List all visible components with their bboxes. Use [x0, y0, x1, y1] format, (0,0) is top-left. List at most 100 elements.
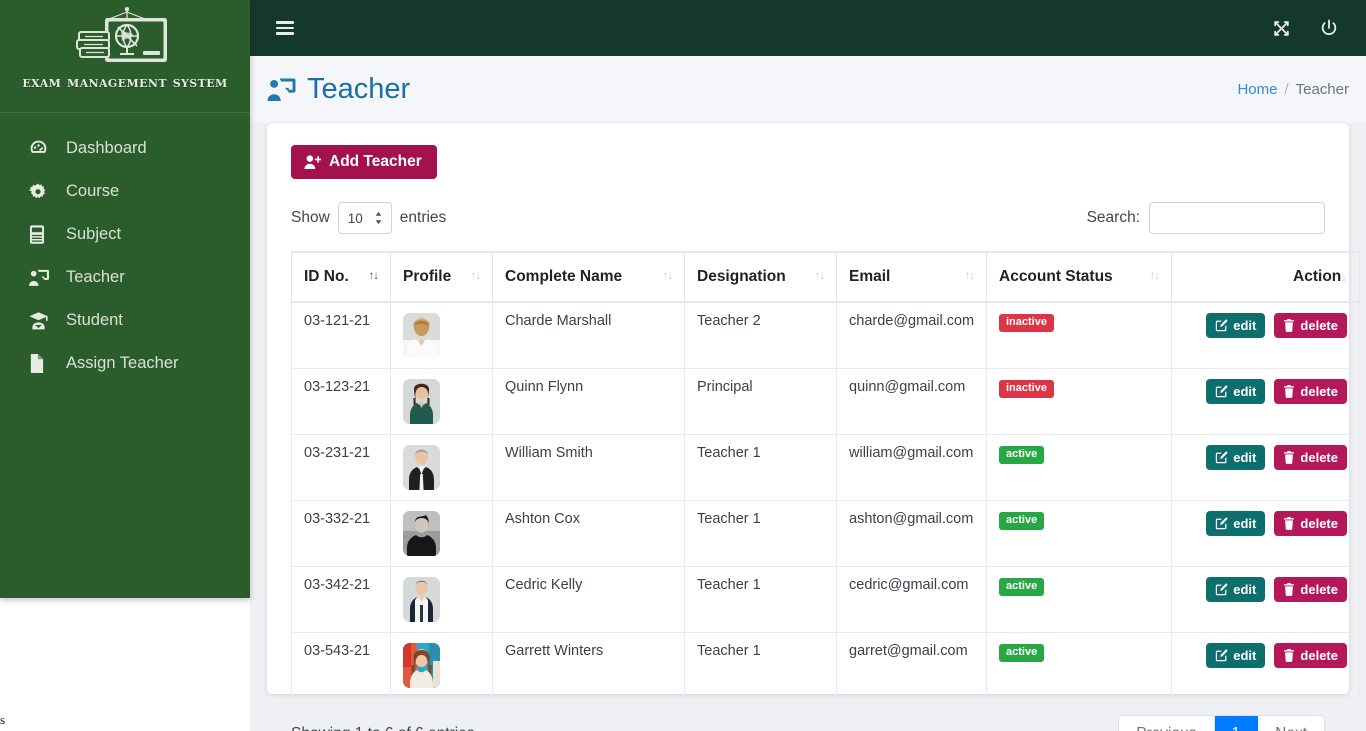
pencil-square-icon — [1215, 649, 1228, 662]
cell-email: charde@gmail.com — [836, 301, 987, 369]
cell-complete-name: Cedric Kelly — [492, 566, 685, 633]
delete-label: delete — [1300, 384, 1338, 399]
sidebar-item-dashboard[interactable]: Dashboard — [0, 127, 250, 170]
cell-complete-name: Ashton Cox — [492, 500, 685, 567]
edit-button[interactable]: edit — [1206, 445, 1266, 470]
sort-icon: ↑↓ — [814, 270, 825, 282]
breadcrumb-home[interactable]: Home — [1237, 81, 1277, 98]
sidebar-item-teacher[interactable]: Teacher — [0, 256, 250, 299]
sidebar-item-subject[interactable]: Subject — [0, 213, 250, 256]
sidebar-item-label: Student — [66, 311, 123, 329]
delete-button[interactable]: delete — [1274, 511, 1347, 536]
pagination-page-1[interactable]: 1 — [1214, 716, 1259, 731]
status-badge: active — [999, 644, 1045, 662]
edit-label: edit — [1233, 318, 1257, 333]
table-row: 03-543-21 Garrett Winters Teacher 1 garr… — [291, 632, 1360, 699]
column-label: Designation — [697, 268, 786, 285]
edit-label: edit — [1233, 582, 1257, 597]
column-label: Email — [849, 268, 891, 285]
column-label: ID No. — [304, 268, 349, 285]
cell-email: william@gmail.com — [836, 434, 987, 501]
cell-account-status: active — [986, 434, 1172, 501]
column-label: Action — [1293, 268, 1342, 285]
edit-label: edit — [1233, 516, 1257, 531]
hamburger-icon[interactable] — [262, 5, 308, 51]
breadcrumb: Home / Teacher — [1237, 81, 1349, 98]
sort-icon: ↑↓ — [662, 270, 673, 282]
delete-button[interactable]: delete — [1274, 313, 1347, 338]
column-header-action[interactable]: Action↓ — [1171, 251, 1360, 303]
sort-icon: ↑↓ — [470, 270, 481, 282]
power-icon[interactable] — [1316, 15, 1342, 41]
entries-per-page-select[interactable]: 10 — [337, 202, 392, 234]
user-plus-icon — [304, 154, 321, 170]
cell-email: garret@gmail.com — [836, 632, 987, 699]
delete-button[interactable]: delete — [1274, 379, 1347, 404]
sort-icon: ↑↓ — [1149, 270, 1160, 282]
page-title-text: Teacher — [307, 73, 411, 105]
cell-profile — [390, 368, 493, 435]
trash-icon — [1283, 451, 1295, 464]
column-label: Complete Name — [505, 268, 623, 285]
delete-label: delete — [1300, 450, 1338, 465]
delete-button[interactable]: delete — [1274, 643, 1347, 668]
delete-button[interactable]: delete — [1274, 445, 1347, 470]
delete-label: delete — [1300, 516, 1338, 531]
avatar — [403, 379, 440, 424]
column-header-account-status[interactable]: Account Status ↑↓ — [986, 251, 1172, 303]
edit-button[interactable]: edit — [1206, 313, 1266, 338]
pencil-square-icon — [1215, 385, 1228, 398]
gear-icon — [28, 181, 54, 203]
sidebar-item-label: Course — [66, 182, 120, 200]
cell-action: edit delete — [1171, 434, 1360, 501]
cell-account-status: inactive — [986, 368, 1172, 435]
pagination-next[interactable]: Next — [1258, 716, 1324, 731]
cell-profile — [390, 301, 493, 369]
column-label: Profile — [403, 268, 452, 285]
breadcrumb-separator: / — [1284, 81, 1289, 98]
table-row: 03-123-21 Quinn Flynn Principal quinn@gm… — [291, 368, 1360, 435]
sidebar-item-label: Subject — [66, 225, 122, 243]
column-header-id-no[interactable]: ID No. ↑↓ — [291, 251, 391, 303]
table-row: 03-121-21 Charde Marshall Teacher 2 char… — [291, 301, 1360, 369]
column-header-profile[interactable]: Profile ↑↓ — [390, 251, 493, 303]
delete-button[interactable]: delete — [1274, 577, 1347, 602]
cell-account-status: active — [986, 566, 1172, 633]
cell-action: edit delete — [1171, 566, 1360, 633]
page-header: Teacher Home / Teacher — [250, 56, 1366, 123]
cell-complete-name: Quinn Flynn — [492, 368, 685, 435]
avatar — [403, 643, 440, 688]
add-teacher-button[interactable]: Add Teacher — [291, 145, 437, 179]
sort-icon: ↑↓ — [368, 270, 379, 282]
table-row: 03-332-21 Ashton Cox Teacher 1 ashton@gm… — [291, 500, 1360, 567]
column-header-email[interactable]: Email ↑↓ — [836, 251, 987, 303]
delete-label: delete — [1300, 318, 1338, 333]
table-row: 03-231-21 William Smith Teacher 1 willia… — [291, 434, 1360, 501]
edit-button[interactable]: edit — [1206, 577, 1266, 602]
trash-icon — [1283, 649, 1295, 662]
search-input[interactable] — [1149, 202, 1325, 234]
breadcrumb-current: Teacher — [1295, 81, 1349, 98]
cell-account-status: active — [986, 632, 1172, 699]
cell-designation: Teacher 1 — [684, 566, 837, 633]
cell-id-no: 03-231-21 — [291, 434, 391, 501]
trash-icon — [1283, 517, 1295, 530]
expand-arrows-icon[interactable] — [1268, 15, 1294, 41]
edit-button[interactable]: edit — [1206, 379, 1266, 404]
column-header-designation[interactable]: Designation ↑↓ — [684, 251, 837, 303]
brand[interactable]: Exam Management System — [0, 0, 250, 113]
edit-button[interactable]: edit — [1206, 511, 1266, 536]
pagination-previous[interactable]: Previous — [1119, 716, 1215, 731]
sidebar-item-student[interactable]: Student — [0, 299, 250, 342]
topbar — [250, 0, 1366, 56]
hamburger-bar — [276, 26, 294, 30]
cell-action: edit delete — [1171, 368, 1360, 435]
column-header-complete-name[interactable]: Complete Name ↑↓ — [492, 251, 685, 303]
teacher-card: Add Teacher Show 10 entries Search: ID N… — [267, 123, 1360, 731]
edit-button[interactable]: edit — [1206, 643, 1266, 668]
cell-id-no: 03-332-21 — [291, 500, 391, 567]
entries-per-page-value: 10 — [347, 210, 363, 226]
teacher-table: ID No. ↑↓ Profile ↑↓ Complete Name ↑↓ De… — [291, 251, 1360, 699]
sidebar-item-assign-teacher[interactable]: Assign Teacher — [0, 342, 250, 385]
sidebar-item-course[interactable]: Course — [0, 170, 250, 213]
